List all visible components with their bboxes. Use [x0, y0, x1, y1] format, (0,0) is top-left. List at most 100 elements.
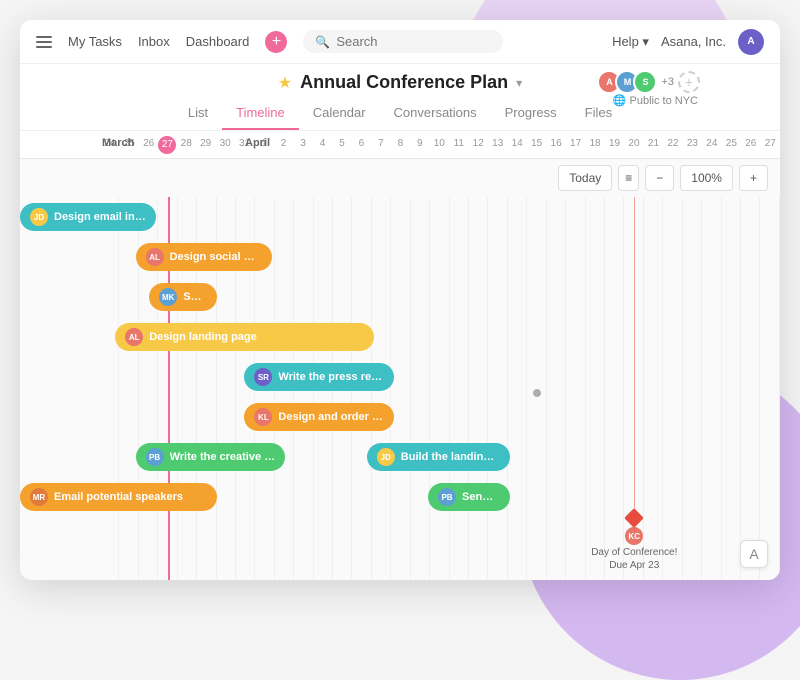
grid-line-30 [683, 197, 702, 580]
task-avatar-t4: AL [125, 328, 143, 346]
month-april: April [245, 137, 270, 149]
toolbar-row: Today ≡ − 100% + [20, 159, 780, 197]
milestone-day-of-conference: KCDay of Conference!Due Apr 23 [591, 511, 677, 571]
date-cell-29: 29 [196, 132, 215, 158]
grid-line-15 [391, 197, 410, 580]
my-tasks-link[interactable]: My Tasks [68, 34, 122, 49]
grid-line-20 [488, 197, 507, 580]
tab-list[interactable]: List [174, 99, 222, 130]
task-bar-t9[interactable]: MREmail potential speakers [20, 483, 217, 511]
grid-line-17 [430, 197, 449, 580]
date-cell-20: 20 [624, 132, 643, 158]
member-avatar-3[interactable]: S [633, 70, 657, 94]
grid-line-16 [411, 197, 430, 580]
date-cell-6: 6 [352, 132, 371, 158]
gantt-area: JDDesign email invites ALDesign social me… [20, 197, 780, 580]
date-cell-11: 11 [449, 132, 468, 158]
date-cell-13: 13 [488, 132, 507, 158]
date-cell-5: 5 [332, 132, 351, 158]
members-count-badge: +3 [661, 76, 674, 88]
project-dropdown-icon[interactable]: ▾ [516, 76, 522, 90]
grid-line-0 [100, 197, 119, 580]
dashboard-link[interactable]: Dashboard [186, 34, 250, 49]
date-cell-12: 12 [469, 132, 488, 158]
task-bar-t10[interactable]: PB Send the final report [428, 483, 510, 511]
task-avatar-t3: MK [159, 288, 177, 306]
date-cell-15: 15 [527, 132, 546, 158]
member-avatars: A M S +3 + [597, 70, 700, 94]
task-bar-t6[interactable]: KL Design and order the swag [244, 403, 394, 431]
date-cell-26: 26 [741, 132, 760, 158]
date-cell-18: 18 [585, 132, 604, 158]
date-cell-27: 27 [158, 136, 176, 154]
grid-line-34 [760, 197, 779, 580]
project-title: Annual Conference Plan [300, 72, 508, 93]
date-cell-30: 30 [215, 132, 234, 158]
globe-icon: 🌐 [613, 95, 627, 107]
grid-line-22 [527, 197, 546, 580]
task-bar-t3[interactable]: MK Send the inv... [149, 283, 217, 311]
task-avatar-t2: AL [146, 248, 164, 266]
grid-line-32 [722, 197, 741, 580]
task-bar-t2[interactable]: ALDesign social media assets [136, 243, 272, 271]
corner-expand-button[interactable]: A [740, 540, 768, 568]
hamburger-icon[interactable] [36, 36, 52, 48]
grid-line-31 [702, 197, 721, 580]
search-input[interactable] [336, 34, 486, 49]
task-avatar-t6: KL [254, 408, 272, 426]
milestone-diamond [624, 508, 644, 528]
milestone-label: Day of Conference! [591, 547, 677, 558]
task-label-t4: Design landing page [149, 331, 257, 343]
inbox-link[interactable]: Inbox [138, 34, 170, 49]
grid-line-18 [450, 197, 469, 580]
task-label-t10: Send the final report [462, 491, 500, 503]
today-button[interactable]: Today [558, 165, 612, 191]
date-cell-19: 19 [605, 132, 624, 158]
top-nav: My Tasks Inbox Dashboard + 🔍 Help ▾ Asan… [20, 20, 780, 64]
month-march: March [102, 137, 134, 149]
help-button[interactable]: Help ▾ [612, 34, 649, 50]
task-label-t9: Email potential speakers [54, 491, 183, 503]
task-bar-t1[interactable]: JDDesign email invites [20, 203, 156, 231]
zoom-out-button[interactable]: − [645, 165, 674, 191]
date-cell-26: 26 [139, 132, 158, 158]
timeline-collapse-button[interactable]: ≡ [618, 165, 639, 191]
date-cell-7: 7 [371, 132, 390, 158]
task-bar-t8[interactable]: JDBuild the landing and marketing page [367, 443, 510, 471]
tab-calendar[interactable]: Calendar [299, 99, 380, 130]
task-label-t7: Write the creative brief [170, 451, 276, 463]
milestone-vertical-line [634, 197, 635, 531]
task-avatar-t10: PB [438, 488, 456, 506]
date-cell-17: 17 [566, 132, 585, 158]
tab-progress[interactable]: Progress [491, 99, 571, 130]
zoom-in-button[interactable]: + [739, 165, 768, 191]
tab-timeline[interactable]: Timeline [222, 99, 299, 130]
nav-left: My Tasks Inbox Dashboard + 🔍 [36, 30, 612, 53]
date-cell-16: 16 [546, 132, 565, 158]
date-cell-3: 3 [293, 132, 312, 158]
task-avatar-t7: PB [146, 448, 164, 466]
date-cell-2: 2 [274, 132, 293, 158]
grid-line-21 [508, 197, 527, 580]
tab-conversations[interactable]: Conversations [380, 99, 491, 130]
task-bar-t7[interactable]: PB Write the creative brief [136, 443, 286, 471]
date-cell-27: 27 [761, 132, 780, 158]
date-cell-8: 8 [391, 132, 410, 158]
project-title-row: ★ Annual Conference Plan ▾ [278, 72, 522, 93]
date-cell-9: 9 [410, 132, 429, 158]
search-bar: 🔍 [303, 30, 503, 53]
add-project-button[interactable]: + [265, 31, 287, 53]
task-bar-t5[interactable]: SRWrite the press release [244, 363, 394, 391]
date-cell-10: 10 [430, 132, 449, 158]
star-icon[interactable]: ★ [278, 73, 292, 93]
user-avatar[interactable]: A [738, 29, 764, 55]
task-label-t3: Send the inv... [183, 291, 207, 303]
task-label-t6: Design and order the swag [278, 411, 384, 423]
date-cell-24: 24 [702, 132, 721, 158]
task-label-t5: Write the press release [278, 371, 384, 383]
add-member-button[interactable]: + [678, 71, 700, 93]
task-avatar-t1: JD [30, 208, 48, 226]
task-bar-t4[interactable]: AL Design landing page [115, 323, 373, 351]
date-cells: 2425262728293031123456789101112131415161… [100, 132, 780, 158]
tabs-row: List Timeline Calendar Conversations Pro… [174, 99, 626, 130]
